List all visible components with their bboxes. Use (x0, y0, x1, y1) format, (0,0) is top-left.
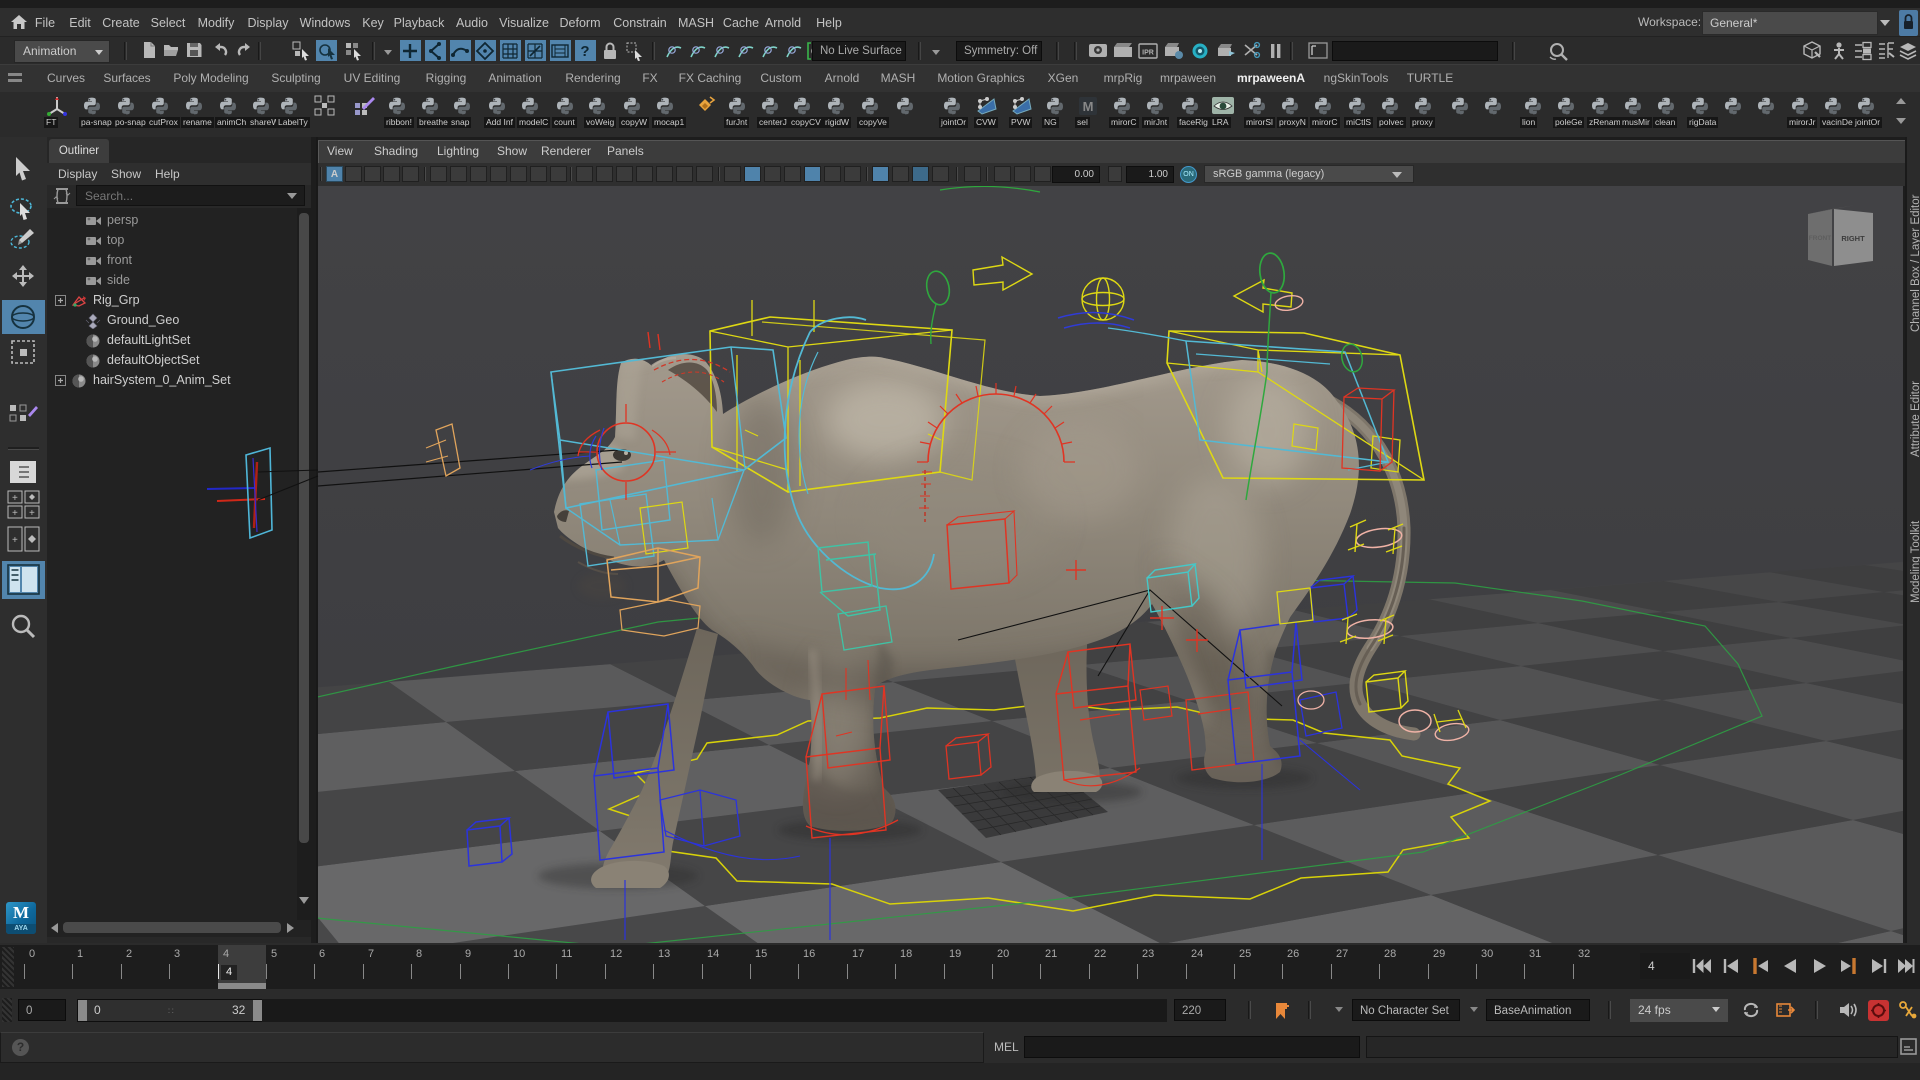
svg-text:+: + (12, 535, 18, 546)
svg-text:+: + (29, 508, 35, 519)
svg-text:+: + (12, 493, 18, 504)
svg-text:FRONT: FRONT (1809, 235, 1831, 242)
svg-text:RIGHT: RIGHT (1841, 234, 1865, 243)
svg-text:+: + (12, 508, 18, 519)
svg-text:?: ? (580, 43, 589, 60)
svg-text:M: M (1083, 99, 1094, 114)
svg-text:IPR: IPR (1142, 50, 1154, 57)
